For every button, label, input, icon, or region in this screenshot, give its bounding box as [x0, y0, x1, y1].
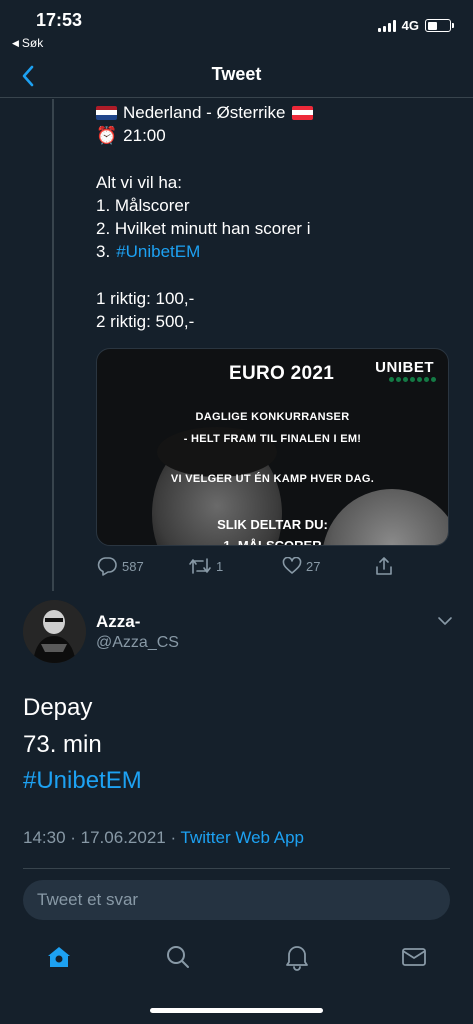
chevron-down-icon [438, 617, 452, 625]
prize-1: 1 riktig: 100,- [96, 288, 195, 308]
retweet-icon [189, 558, 211, 574]
item-3-prefix: 3. [96, 242, 111, 262]
prize-2: 2 riktig: 500,- [96, 311, 195, 331]
reply-input-placeholder: Tweet et svar [37, 890, 139, 909]
share-icon [376, 557, 392, 575]
reply-line-1: Depay [23, 694, 93, 721]
reply-count: 587 [122, 558, 144, 574]
reply-line-2: 73. min [23, 730, 102, 758]
status-bar: 17:53 ◀ Søk 4G [0, 0, 473, 54]
match-text: Nederland - Østerrike [123, 103, 286, 122]
nav-bar: Tweet [0, 54, 473, 98]
alarm-clock-icon: ⏰ [96, 126, 118, 146]
thread-line [52, 99, 54, 591]
tweet-media-image[interactable]: EURO 2021 UNIBET DAGLIGE KONKURRANSER - … [96, 348, 449, 546]
divider [23, 868, 450, 869]
search-icon [167, 946, 189, 968]
kickoff-line: ⏰ 21:00 [96, 124, 456, 147]
original-tweet-text: Nederland - Østerrike ⏰ 21:00 Alt vi vil… [96, 101, 456, 333]
avatar-image [23, 600, 86, 663]
media-line-5: 1. MÅLSCORER [223, 538, 322, 546]
unibet-logo-dots [389, 377, 436, 382]
back-to-app-link[interactable]: ◀ Søk [12, 36, 43, 50]
tab-search[interactable] [163, 942, 193, 972]
reply-tweet-text: Depay 73. min #UnibetEM [23, 690, 142, 800]
item-1: 1. Målscorer [96, 195, 190, 215]
mail-icon [402, 948, 426, 966]
media-line-1: DAGLIGE KONKURRANSER [195, 411, 350, 423]
network-label: 4G [401, 18, 419, 33]
tweet-meta: 14:30 · 17.06.2021 · Twitter Web App [23, 828, 304, 848]
status-indicators: 4G [377, 18, 454, 33]
tweet-source-link[interactable]: Twitter Web App [181, 828, 304, 847]
retweet-count: 1 [216, 558, 224, 574]
reply-input[interactable]: Tweet et svar [23, 880, 450, 920]
reply-tweet-header: Azza- @Azza_CS [0, 596, 473, 666]
reply-author-name[interactable]: Azza- [96, 612, 140, 632]
avatar[interactable] [23, 600, 86, 663]
media-line-3: VI VELGER UT ÉN KAMP HVER DAG. [170, 473, 375, 485]
battery-icon [425, 19, 454, 32]
status-time: 17:53 [36, 10, 83, 30]
item-3: 3. #UnibetEM [96, 240, 456, 263]
reply-icon [97, 557, 117, 576]
match-line: Nederland - Østerrike [96, 101, 456, 124]
unibet-logo: UNIBET [375, 359, 434, 376]
home-indicator[interactable] [150, 1008, 323, 1013]
more-options-button[interactable] [437, 614, 453, 626]
media-title: EURO 2021 [229, 363, 335, 384]
heart-icon [282, 557, 302, 574]
tab-messages[interactable] [399, 942, 429, 972]
want-title: Alt vi vil ha: [96, 172, 182, 192]
reply-action[interactable]: 587 [96, 554, 144, 578]
austria-flag-icon [291, 105, 313, 120]
home-icon [48, 947, 70, 967]
hashtag-link[interactable]: #UnibetEM [116, 240, 200, 263]
signal-icon [377, 19, 396, 32]
like-count: 27 [306, 558, 321, 574]
media-line-4: SLIK DELTAR DU: [217, 517, 328, 532]
back-app-label: Søk [21, 36, 44, 50]
kickoff-time: 21:00 [123, 126, 166, 146]
tab-home[interactable] [44, 942, 74, 972]
tab-notifications[interactable] [282, 942, 312, 972]
page-title: Tweet [211, 64, 262, 84]
like-action[interactable]: 27 [282, 554, 320, 578]
retweet-action[interactable]: 1 [188, 554, 223, 578]
item-2: 2. Hvilket minutt han scorer i [96, 218, 311, 238]
back-triangle-icon: ◀ [12, 37, 19, 48]
bell-icon [286, 946, 308, 971]
tab-bar [0, 932, 473, 987]
reply-hashtag-link[interactable]: #UnibetEM [23, 763, 142, 800]
reply-author-handle[interactable]: @Azza_CS [96, 634, 179, 652]
share-action[interactable] [374, 554, 394, 578]
tweet-timestamp: 14:30 · 17.06.2021 · [23, 828, 181, 847]
tweet-action-bar: 587 1 27 [96, 554, 416, 580]
media-line-2: - HELT FRAM TIL FINALEN I EM! [183, 433, 362, 445]
netherlands-flag-icon [96, 105, 117, 120]
